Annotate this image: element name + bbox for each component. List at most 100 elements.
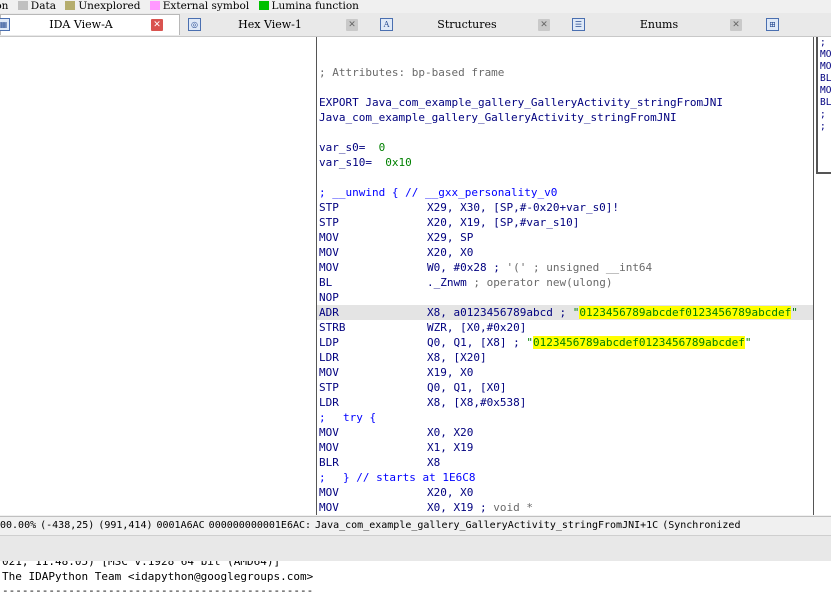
mnemonic: LDR <box>319 351 339 364</box>
close-icon[interactable]: ✕ <box>538 19 550 31</box>
enums-icon: ☰ <box>572 18 585 31</box>
tab-imports[interactable]: ⊞ <box>758 15 818 35</box>
mnemonic: ; <box>319 471 326 484</box>
instruction-line[interactable]: BL ._Znwm ; operator new(ulong) <box>319 275 612 290</box>
instruction-line[interactable]: MOV W0, #0x28 ; '(' ; unsigned __int64 <box>319 260 652 275</box>
instruction-line[interactable]: ; try { <box>319 410 376 425</box>
mnemonic: STP <box>319 381 339 394</box>
operands: X8, a0123456789abcd ; <box>427 306 567 319</box>
graph-canvas[interactable] <box>0 37 316 515</box>
instruction-line[interactable]: STRB WZR, [X0,#0x20] <box>319 320 526 335</box>
instruction-line[interactable]: MOV X0, X20 <box>319 425 473 440</box>
graph-coords: (-438,25) <box>40 520 95 531</box>
mnemonic: MOV <box>319 231 339 244</box>
mnemonic: LDP <box>319 336 339 349</box>
instruction-comment: '(' ; unsigned __int64 <box>506 261 653 274</box>
operands: X0, X20 <box>427 426 474 439</box>
overview-line: MO <box>820 61 831 72</box>
legend-item-lumina: Lumina function <box>253 0 359 12</box>
var-s10-line: var_s10= 0x10 <box>319 156 412 169</box>
instruction-line[interactable]: LDR X8, [X20] <box>319 350 487 365</box>
tab-hex-view-1[interactable]: ◎ Hex View-1 ✕ <box>180 15 370 35</box>
instruction-line[interactable]: STP X29, X30, [SP,#-0x20+var_s0]! <box>319 200 619 215</box>
mnemonic: MOV <box>319 366 339 379</box>
export-line[interactable]: EXPORT Java_com_example_gallery_GalleryA… <box>319 95 723 110</box>
legend-item-unexplored: Unexplored <box>59 0 140 12</box>
overview-line: BL <box>820 73 831 84</box>
close-icon[interactable]: ✕ <box>730 19 742 31</box>
mnemonic: ADR <box>319 306 339 319</box>
operands: X8, [X20] <box>427 351 487 364</box>
function-label[interactable]: Java_com_example_gallery_GalleryActivity… <box>319 110 677 125</box>
output-line: 021, 11:48:05) [MSC v.1928 64 bit (AMD64… <box>2 561 281 568</box>
instruction-line[interactable]: MOV X1, X19 <box>319 440 473 455</box>
instruction-line[interactable]: LDR X8, [X8,#0x538] <box>319 395 526 410</box>
graph-node-function[interactable]: ; Attributes: bp-based frame EXPORT Java… <box>316 37 814 515</box>
close-icon[interactable]: ✕ <box>346 19 358 31</box>
instruction-comment: void * <box>493 501 533 514</box>
mnemonic: NOP <box>319 291 339 304</box>
instruction-line[interactable]: MOV X19, X0 <box>319 365 473 380</box>
operands: ._Znwm <box>427 276 467 289</box>
operands: X0, X19 ; <box>427 501 487 514</box>
string-literal-highlight: 0123456789abcdef0123456789abcdef <box>532 336 745 349</box>
instruction-line[interactable]: MOV X20, X0 <box>319 485 473 500</box>
instruction-line[interactable]: ;} // starts at 1E6C8 <box>319 470 475 485</box>
mnemonic: STP <box>319 201 339 214</box>
output-line: The IDAPython Team <idapython@googlegrou… <box>2 570 314 583</box>
overview-line: ; <box>820 121 826 132</box>
instruction-line[interactable]: BLR X8 <box>319 455 440 470</box>
operands: Q0, Q1, [X8] ; <box>427 336 520 349</box>
status-bar: 00.00% (-438,25) (991,414) 0001A6AC 00000000… <box>0 516 831 535</box>
instruction-comment: ; operator new(ulong) <box>473 276 613 289</box>
instruction-line[interactable]: STP X20, X19, [SP,#var_s10] <box>319 215 579 230</box>
mnemonic: STP <box>319 216 339 229</box>
overview-line: MO <box>820 85 831 96</box>
tab-bar: ▦ IDA View-A ✕ ◎ Hex View-1 ✕ A Structur… <box>0 13 831 37</box>
string-literal-highlight: 0123456789abcdef0123456789abcdef <box>579 306 792 319</box>
mnemonic: BL <box>319 276 333 289</box>
instruction-line[interactable]: STP Q0, Q1, [X0] <box>319 380 506 395</box>
current-address: 000000000001E6AC: <box>208 520 312 531</box>
tab-structures[interactable]: A Structures ✕ <box>372 15 562 35</box>
legend-swatch-unexplored <box>65 1 76 10</box>
instruction-line[interactable]: MOV X29, SP <box>319 230 473 245</box>
operands: Q0, Q1, [X0] <box>427 381 507 394</box>
attributes-comment: ; Attributes: bp-based frame <box>319 66 505 79</box>
sync-status: (Synchronized <box>662 520 741 531</box>
mnemonic: MOV <box>319 441 339 454</box>
var-s0-line: var_s0= 0 <box>319 141 386 154</box>
close-icon[interactable]: ✕ <box>151 19 163 31</box>
mouse-coords: (991,414) <box>98 520 153 531</box>
overview-line: ; <box>820 109 826 120</box>
current-location: Java_com_example_gallery_GalleryActivity… <box>315 520 659 531</box>
instruction-line[interactable]: MOV X20, X0 <box>319 245 473 260</box>
zoom-level: 00.00% <box>0 520 37 531</box>
mnemonic: MOV <box>319 501 339 514</box>
graph-overview[interactable]: ; MO MO BL MO BL;; <box>816 37 831 174</box>
ida-view-graph[interactable]: ; Attributes: bp-based frame EXPORT Java… <box>0 37 831 515</box>
mnemonic: MOV <box>319 426 339 439</box>
instruction-line[interactable]: MOV X0, X19 ; void * <box>319 500 533 515</box>
file-offset: 0001A6AC <box>156 520 205 531</box>
tab-enums[interactable]: ☰ Enums ✕ <box>564 15 754 35</box>
instruction-comment: "0123456789abcdef0123456789abcdef" <box>526 336 752 349</box>
tab-ida-view-a[interactable]: ▦ IDA View-A ✕ <box>0 14 180 35</box>
output-window[interactable]: 021, 11:48:05) [MSC v.1928 64 bit (AMD64… <box>0 561 831 598</box>
legend-bar: ion Data Unexplored External symbol Lumi… <box>0 0 831 13</box>
operands: try { <box>343 411 377 424</box>
operands: X1, X19 <box>427 441 474 454</box>
operands: X29, X30, [SP,#-0x20+var_s0]! <box>427 201 620 214</box>
panel-splitter[interactable] <box>0 535 831 562</box>
instruction-line[interactable]: LDP Q0, Q1, [X8] ; "0123456789abcdef01234… <box>319 335 752 350</box>
hex-view-icon: ◎ <box>188 18 201 31</box>
mnemonic: MOV <box>319 486 339 499</box>
operands: X8, [X8,#0x538] <box>427 396 527 409</box>
operands: X20, X0 <box>427 486 474 499</box>
operands: W0, #0x28 ; <box>427 261 500 274</box>
legend-item-external-symbol: External symbol <box>144 0 249 12</box>
instruction-line[interactable]: ADR X8, a0123456789abcd ; "0123456789abcd… <box>317 305 813 320</box>
instruction-line[interactable]: NOP <box>319 290 427 305</box>
imports-icon: ⊞ <box>766 18 779 31</box>
operands: X19, X0 <box>427 366 474 379</box>
